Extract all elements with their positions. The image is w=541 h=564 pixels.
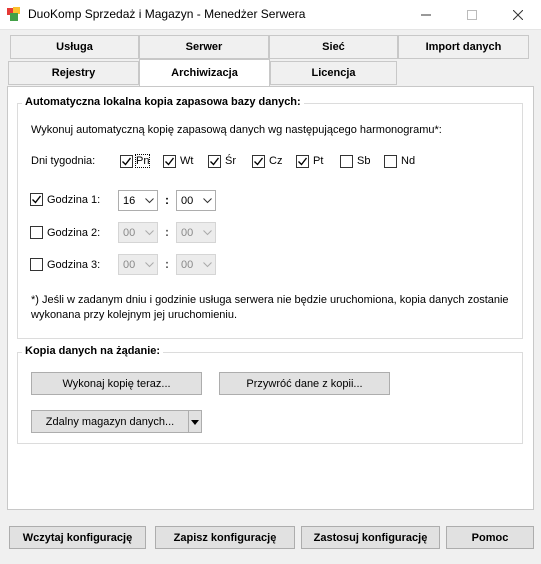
checkbox-box[interactable] (163, 155, 176, 168)
tab-serwer[interactable]: Serwer (139, 35, 269, 59)
time1-separator: : (165, 193, 169, 207)
chevron-down-icon (199, 261, 215, 268)
remote-storage-button[interactable]: Zdalny magazyn danych... (31, 410, 188, 433)
check-icon (298, 157, 308, 166)
day-label: Sb (357, 155, 371, 167)
tab-rejestry[interactable]: Rejestry (8, 61, 139, 85)
chevron-down-icon (141, 261, 157, 268)
tab-siec[interactable]: Sieć (269, 35, 398, 59)
chevron-down-icon (199, 229, 215, 236)
time2-label: Godzina 2: (47, 227, 101, 239)
day-label: Cz (269, 155, 283, 167)
time3-checkbox[interactable] (30, 258, 43, 271)
checkbox-box[interactable] (296, 155, 309, 168)
footnote-line-1: *) Jeśli w zadanym dniu i godzinie usług… (31, 294, 509, 306)
tab-usluga[interactable]: Usługa (10, 35, 139, 59)
time3-hour-value: 00 (123, 258, 136, 271)
chevron-down-icon (141, 197, 157, 204)
restore-button[interactable]: Przywróć dane z kopii... (219, 372, 390, 395)
time3-minute-value: 00 (181, 258, 194, 271)
checkbox-box[interactable] (384, 155, 397, 168)
day-label: Pt (313, 155, 324, 167)
time3-hour-select[interactable]: 00 (118, 254, 158, 275)
checkbox-box[interactable] (120, 155, 133, 168)
tab-licencja[interactable]: Licencja (270, 61, 397, 85)
save-config-button[interactable]: Zapisz konfigurację (155, 526, 295, 549)
apply-config-button[interactable]: Zastosuj konfigurację (301, 526, 440, 549)
time1-minute-value: 00 (181, 194, 194, 207)
check-icon (165, 157, 175, 166)
footnote-line-2: wykonana przy kolejnym jej uruchomieniu. (31, 309, 238, 321)
time2-checkbox[interactable] (30, 226, 43, 239)
time3-label: Godzina 3: (47, 259, 101, 271)
time1-hour-select[interactable]: 16 (118, 190, 158, 211)
check-icon (254, 157, 264, 166)
day-label: Wt (180, 155, 194, 167)
app-icon (7, 7, 21, 21)
time3-minute-select[interactable]: 00 (176, 254, 216, 275)
minimize-button[interactable] (403, 0, 449, 29)
day-label: Nd (401, 155, 416, 167)
time2-minute-select[interactable]: 00 (176, 222, 216, 243)
caret-down-icon (191, 416, 199, 428)
day-label: Śr (225, 155, 236, 167)
checkbox-box[interactable] (252, 155, 265, 168)
close-button[interactable] (495, 0, 541, 29)
time1-minute-select[interactable]: 00 (176, 190, 216, 211)
time3-separator: : (165, 257, 169, 271)
time2-hour-value: 00 (123, 226, 136, 239)
time1-label: Godzina 1: (47, 194, 101, 206)
remote-storage-dropdown-button[interactable] (188, 410, 202, 433)
tab-archiwizacja[interactable]: Archiwizacja (139, 59, 270, 86)
tab-import-danych[interactable]: Import danych (398, 35, 529, 59)
time2-separator: : (165, 225, 169, 239)
time2-minute-value: 00 (181, 226, 194, 239)
help-button[interactable]: Pomoc (446, 526, 534, 549)
days-label: Dni tygodnia: (31, 155, 96, 167)
backup-now-button[interactable]: Wykonaj kopię teraz... (31, 372, 202, 395)
time1-hour-value: 16 (123, 194, 136, 207)
chevron-down-icon (199, 197, 215, 204)
window-title: DuoKomp Sprzedaż i Magazyn - Menedżer Se… (28, 7, 306, 21)
checkbox-box[interactable] (340, 155, 353, 168)
load-config-button[interactable]: Wczytaj konfigurację (9, 526, 146, 549)
check-icon (122, 157, 132, 166)
check-icon (32, 195, 42, 204)
schedule-intro: Wykonuj automatyczną kopię zapasową dany… (31, 124, 442, 136)
auto-backup-legend: Automatyczna lokalna kopia zapasowa bazy… (22, 96, 304, 108)
day-label: Pn (134, 154, 151, 168)
on-demand-legend: Kopia danych na żądanie: (22, 345, 164, 357)
maximize-button[interactable] (449, 0, 495, 29)
checkbox-box[interactable] (208, 155, 221, 168)
chevron-down-icon (141, 229, 157, 236)
check-icon (210, 157, 220, 166)
time2-hour-select[interactable]: 00 (118, 222, 158, 243)
time1-checkbox[interactable] (30, 193, 43, 206)
